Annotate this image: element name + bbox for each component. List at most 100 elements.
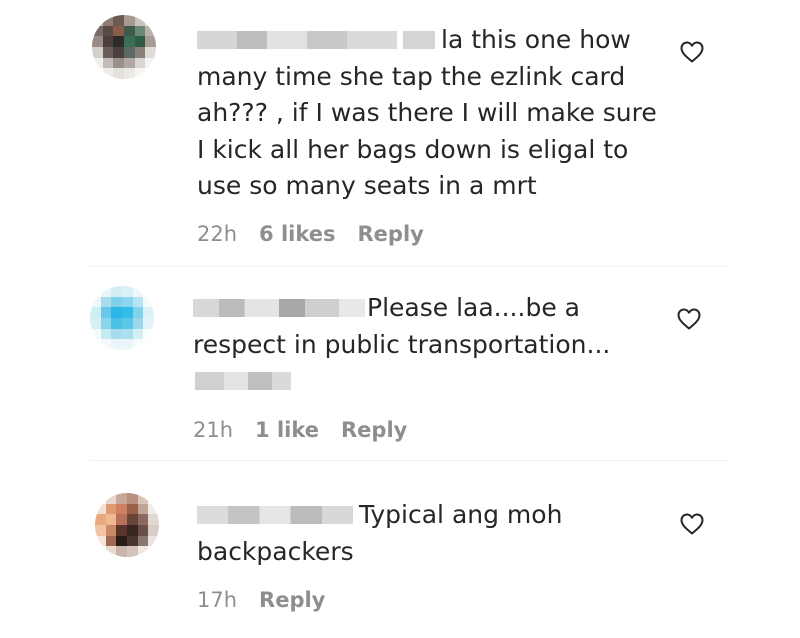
reply-button[interactable]: Reply	[358, 222, 424, 246]
avatar-pixel	[90, 307, 101, 318]
avatar-pixel	[92, 47, 103, 58]
redacted-emoji	[195, 372, 291, 390]
avatar-pixel	[145, 25, 156, 37]
avatar-pixel	[92, 68, 103, 79]
avatar-pixel	[92, 57, 103, 69]
avatar-pixel	[95, 503, 106, 515]
avatar-pixel	[102, 25, 114, 37]
comment-text: Please laa....be a respect in public tra…	[193, 290, 613, 400]
avatar-pixel	[127, 493, 138, 504]
avatar-pixel	[122, 307, 133, 318]
avatar-pixel	[137, 525, 149, 536]
avatar-pixel	[124, 15, 135, 26]
avatar-pixel	[132, 328, 144, 340]
like-heart-icon[interactable]	[680, 41, 704, 63]
avatar-pixel	[105, 546, 117, 557]
avatar-pixel	[124, 36, 135, 47]
avatar-pixel	[102, 15, 114, 26]
redacted-username[interactable]	[197, 506, 353, 524]
avatar-pixel	[95, 514, 106, 525]
avatar-pixel	[127, 514, 138, 525]
avatar-pixel	[105, 525, 117, 536]
avatar-pixel	[148, 514, 159, 525]
redacted-username-extra	[403, 31, 435, 49]
comment-text: Typical ang moh backpackers	[197, 497, 577, 570]
comment-body: la this one how many time she tap the ez…	[197, 25, 657, 200]
avatar-pixel	[105, 514, 117, 525]
avatar-pixel	[102, 57, 114, 69]
avatar-pixel	[111, 296, 122, 308]
divider	[90, 460, 730, 461]
comment-time: 22h	[197, 222, 238, 246]
avatar-pixel	[111, 307, 122, 318]
avatar-pixel	[113, 36, 124, 47]
avatar-pixel	[122, 296, 133, 308]
avatar-pixel	[116, 514, 127, 525]
like-heart-icon[interactable]	[680, 513, 704, 535]
avatar-pixel	[145, 57, 156, 69]
avatar-pixel	[113, 15, 124, 26]
avatar-pixel	[122, 328, 133, 340]
redacted-username[interactable]	[193, 299, 365, 317]
avatar-pixel	[100, 328, 112, 340]
avatar-pixel	[124, 25, 135, 37]
avatar-pixel	[116, 546, 127, 557]
avatar-pixel	[116, 503, 127, 515]
avatar-pixel	[145, 47, 156, 58]
avatar-pixel	[143, 296, 154, 308]
avatar-pixel	[143, 286, 154, 297]
comment-likes[interactable]: 1 like	[255, 418, 319, 442]
reply-button[interactable]: Reply	[259, 588, 325, 612]
avatar-pixel	[148, 503, 159, 515]
avatar-pixel	[145, 68, 156, 79]
avatar-pixel	[127, 546, 138, 557]
avatar-pixel	[100, 286, 112, 297]
avatar-pixel	[134, 57, 146, 69]
avatar-pixel	[92, 25, 103, 37]
comment-likes[interactable]: 6 likes	[259, 222, 335, 246]
avatar-pixel	[105, 535, 117, 547]
avatar-pixel	[137, 503, 149, 515]
reply-button[interactable]: Reply	[341, 418, 407, 442]
avatar-pixel	[145, 15, 156, 26]
avatar-pixel	[148, 493, 159, 504]
avatar-pixel	[132, 318, 144, 329]
avatar-pixel	[127, 503, 138, 515]
avatar-pixel	[122, 286, 133, 297]
comment-text: la this one how many time she tap the ez…	[197, 22, 657, 205]
avatar-pixel	[90, 339, 101, 350]
comment-meta: 21h 1 like Reply	[193, 418, 407, 442]
avatar-pixel	[127, 535, 138, 547]
avatar-pixel	[113, 47, 124, 58]
avatar-pixel	[105, 503, 117, 515]
redacted-username[interactable]	[197, 31, 397, 49]
avatar-pixel	[134, 25, 146, 37]
commenter-avatar[interactable]	[92, 15, 156, 79]
avatar-pixel	[100, 318, 112, 329]
commenter-avatar[interactable]	[95, 493, 159, 557]
avatar-pixel	[105, 493, 117, 504]
avatar-pixel	[111, 328, 122, 340]
avatar-pixel	[124, 47, 135, 58]
avatar-pixel	[95, 525, 106, 536]
avatar-pixel	[113, 25, 124, 37]
avatar-pixel	[132, 307, 144, 318]
avatar-pixel	[145, 36, 156, 47]
avatar-pixel	[92, 36, 103, 47]
avatar-pixel	[90, 296, 101, 308]
avatar-pixel	[134, 68, 146, 79]
avatar-pixel	[148, 525, 159, 536]
avatar-pixel	[137, 546, 149, 557]
avatar-pixel	[95, 493, 106, 504]
avatar-pixel	[102, 68, 114, 79]
like-heart-icon[interactable]	[677, 308, 701, 330]
avatar-pixel	[137, 514, 149, 525]
comment-time: 21h	[193, 418, 234, 442]
avatar-pixel	[122, 339, 133, 350]
avatar-pixel	[92, 15, 103, 26]
comment-time: 17h	[197, 588, 238, 612]
commenter-avatar[interactable]	[90, 286, 154, 350]
avatar-pixel	[134, 47, 146, 58]
avatar-pixel	[116, 525, 127, 536]
avatar-pixel	[116, 493, 127, 504]
